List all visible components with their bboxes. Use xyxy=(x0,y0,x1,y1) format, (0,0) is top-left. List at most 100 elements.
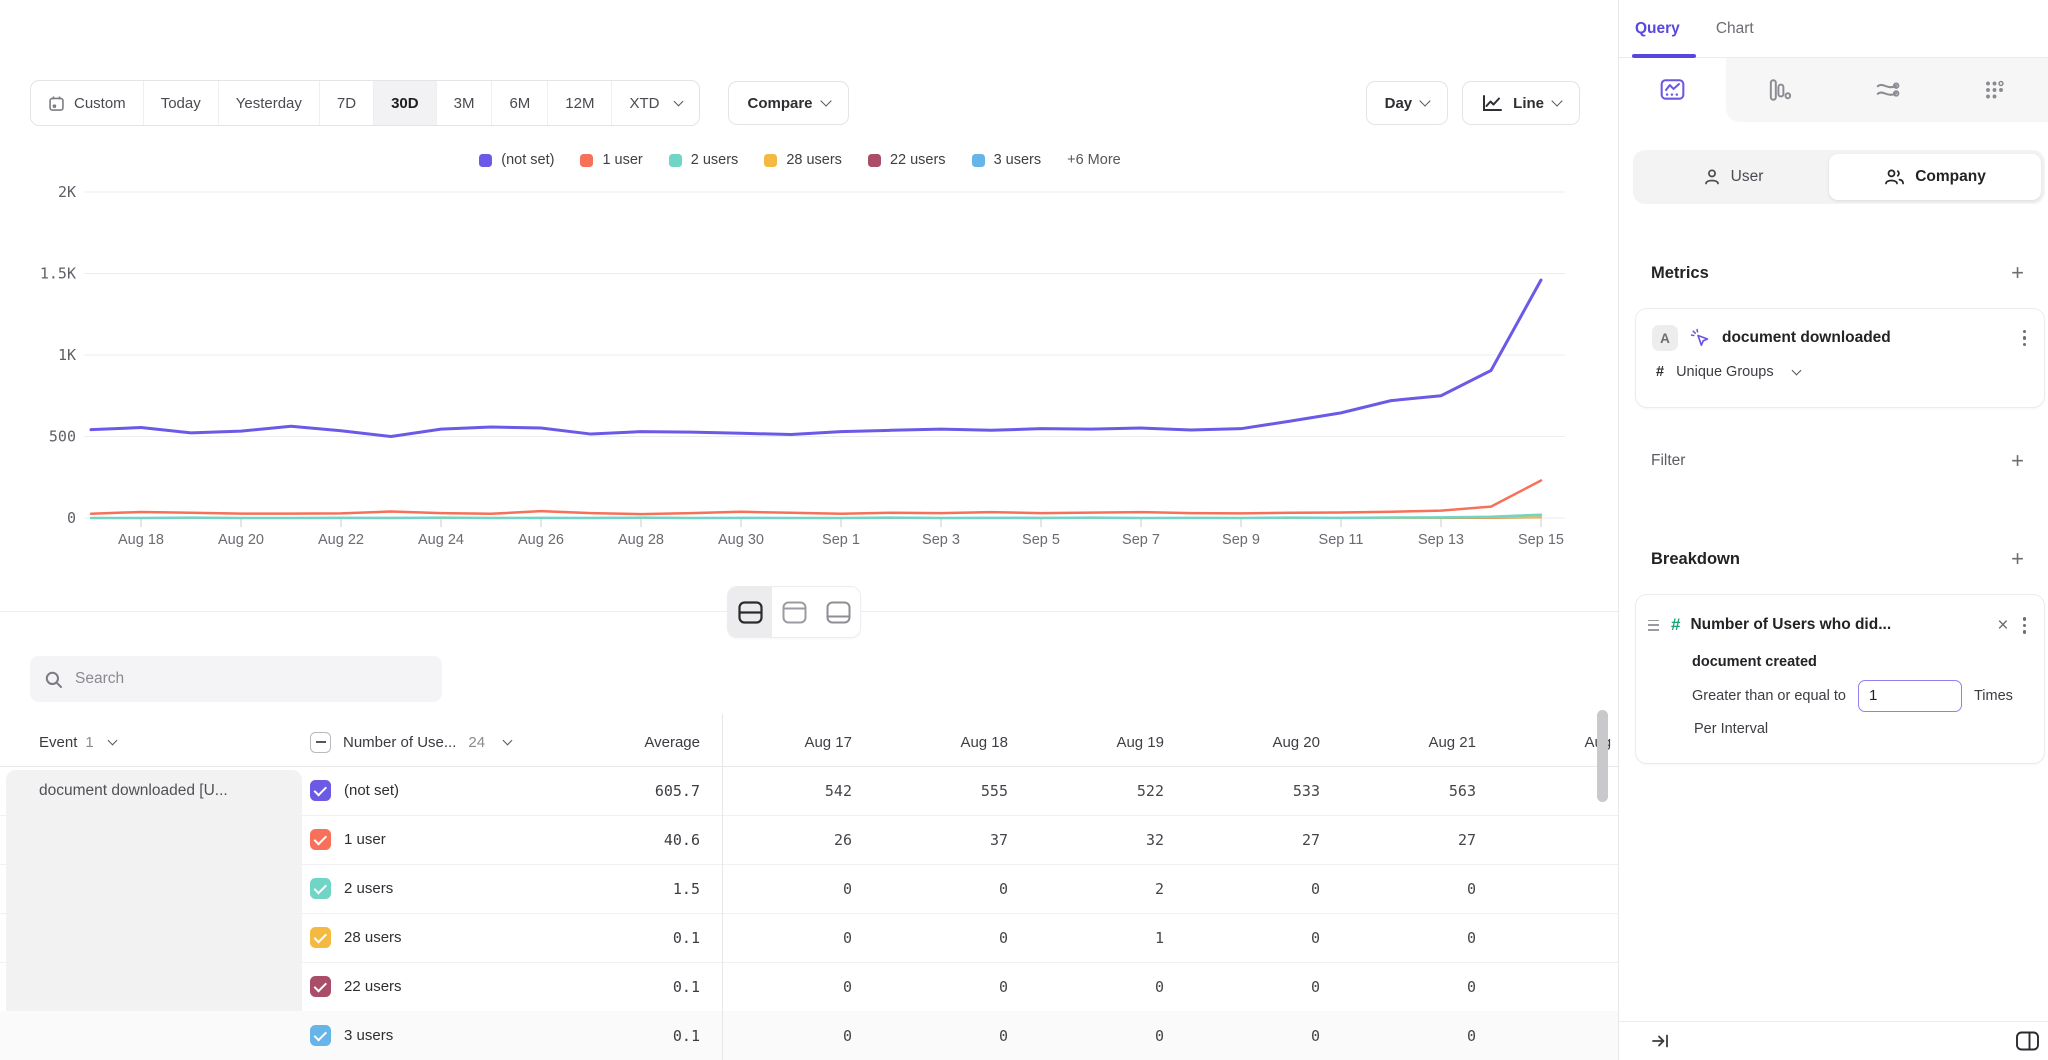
breakdown-menu-button[interactable] xyxy=(2019,613,2031,638)
breakdown-title: Breakdown xyxy=(1651,550,1740,569)
drag-handle-icon[interactable] xyxy=(1646,618,1661,633)
range-6m-button[interactable]: 6M xyxy=(491,81,547,125)
aggregation-selector[interactable]: Unique Groups xyxy=(1676,364,1774,380)
table-scrollbar[interactable] xyxy=(1597,710,1608,802)
search-input[interactable] xyxy=(73,669,428,689)
metric-card[interactable]: A document downloaded # Unique Groups xyxy=(1635,308,2045,408)
date-column-header[interactable]: Aug 17 xyxy=(722,718,878,766)
range-today-button[interactable]: Today xyxy=(143,81,218,125)
series-label: 22 users xyxy=(344,962,402,1011)
add-metric-button[interactable]: + xyxy=(2011,262,2024,284)
breakdown-event-name[interactable]: document created xyxy=(1636,638,2044,670)
legend-item[interactable]: 3 users xyxy=(972,152,1042,168)
chart-type-bar-tab[interactable] xyxy=(1726,58,1833,122)
legend-item[interactable]: 22 users xyxy=(868,152,946,168)
scope-user-option[interactable]: User xyxy=(1633,150,1833,204)
table-row[interactable]: 1 user 40.6 26373227272 xyxy=(0,815,1618,865)
metric-name[interactable]: document downloaded xyxy=(1722,329,2007,347)
legend-item[interactable]: 1 user xyxy=(580,152,642,168)
date-range-group: Custom Today Yesterday 7D 30D 3M 6M 12M … xyxy=(30,80,700,126)
layout-chart-view-button[interactable] xyxy=(772,587,816,637)
breakdown-interval-label[interactable]: Per Interval xyxy=(1636,712,2044,737)
date-column-header[interactable]: Aug 22 xyxy=(1502,718,1612,766)
series-checkbox[interactable] xyxy=(310,1025,331,1046)
event-column-header[interactable]: Event 1 xyxy=(39,718,116,766)
svg-text:Sep 15: Sep 15 xyxy=(1518,532,1564,548)
line-chart-icon xyxy=(1481,93,1503,113)
legend-item[interactable]: (not set) xyxy=(479,152,554,168)
scope-toggle: User Company xyxy=(1633,150,2045,204)
date-column-header[interactable]: Aug 21 xyxy=(1346,718,1502,766)
average-column-header[interactable]: Average xyxy=(560,718,700,766)
search-icon xyxy=(44,670,63,689)
add-filter-button[interactable]: + xyxy=(2011,450,2024,472)
date-column-header[interactable]: Aug 19 xyxy=(1034,718,1190,766)
chart-toolbar: Custom Today Yesterday 7D 30D 3M 6M 12M … xyxy=(30,80,1580,126)
table-row[interactable]: 2 users 1.5 002000 xyxy=(0,864,1618,914)
range-12m-button[interactable]: 12M xyxy=(547,81,611,125)
tab-query[interactable]: Query xyxy=(1635,20,1680,38)
toggle-panel-button[interactable] xyxy=(2015,1030,2040,1052)
user-icon xyxy=(1703,168,1721,186)
legend-label: 28 users xyxy=(786,152,842,168)
range-7d-button[interactable]: 7D xyxy=(319,81,373,125)
legend-item[interactable]: 28 users xyxy=(764,152,842,168)
range-3m-button[interactable]: 3M xyxy=(436,81,492,125)
range-custom-button[interactable]: Custom xyxy=(31,81,143,125)
compare-button[interactable]: Compare xyxy=(728,81,848,125)
legend-label: 2 users xyxy=(691,152,739,168)
metric-letter-badge: A xyxy=(1652,325,1678,351)
metrics-title: Metrics xyxy=(1651,264,1709,283)
layout-table-view-button[interactable] xyxy=(816,587,860,637)
breakdown-property-name[interactable]: Number of Users who did... xyxy=(1690,616,1987,634)
chart-type-button[interactable]: Line xyxy=(1462,81,1580,125)
legend-label: (not set) xyxy=(501,152,554,168)
tab-chart[interactable]: Chart xyxy=(1716,20,1754,38)
select-all-checkbox[interactable] xyxy=(310,732,331,753)
svg-text:Aug 26: Aug 26 xyxy=(518,532,564,548)
chart-type-flow-tab[interactable] xyxy=(1834,58,1941,122)
series-label: (not set) xyxy=(344,766,399,815)
layout-toggle-group xyxy=(727,586,861,638)
layout-split-view-button[interactable] xyxy=(728,587,772,637)
legend-item[interactable]: 2 users xyxy=(669,152,739,168)
chart-legend: (not set) 1 user 2 users 28 users 22 use… xyxy=(20,152,1580,168)
series-header-label[interactable]: Number of Use... xyxy=(343,734,456,751)
table-row[interactable]: (not set) 605.7 54255552253356353 xyxy=(0,766,1618,816)
series-checkbox[interactable] xyxy=(310,780,331,801)
series-checkbox[interactable] xyxy=(310,976,331,997)
table-row[interactable]: 28 users 0.1 001000 xyxy=(0,913,1618,963)
scope-company-label: Company xyxy=(1915,168,1986,186)
range-yesterday-button[interactable]: Yesterday xyxy=(218,81,319,125)
granularity-button[interactable]: Day xyxy=(1366,81,1449,125)
breakdown-card[interactable]: # Number of Users who did... × document … xyxy=(1635,594,2045,764)
metric-menu-button[interactable] xyxy=(2019,326,2031,351)
collapse-sidebar-button[interactable] xyxy=(1651,1032,1671,1050)
breakdown-condition-label[interactable]: Greater than or equal to xyxy=(1692,688,1846,704)
average-value: 605.7 xyxy=(560,766,700,815)
legend-swatch xyxy=(868,154,881,167)
remove-breakdown-button[interactable]: × xyxy=(1997,616,2008,635)
table-row[interactable]: 22 users 0.1 000000 xyxy=(0,962,1618,1012)
series-checkbox[interactable] xyxy=(310,829,331,850)
table-body: document downloaded [U... (not set) 605.… xyxy=(0,766,1618,1060)
date-column-header[interactable]: Aug 18 xyxy=(878,718,1034,766)
legend-more-link[interactable]: +6 More xyxy=(1067,152,1121,168)
filter-section-header: Filter + xyxy=(1651,450,2024,472)
breakdown-times-input[interactable] xyxy=(1858,680,1962,712)
chart-type-more-tab[interactable] xyxy=(1941,58,2048,122)
scope-company-option[interactable]: Company xyxy=(1829,154,2041,200)
date-column-header[interactable]: Aug 20 xyxy=(1190,718,1346,766)
add-breakdown-button[interactable]: + xyxy=(2011,548,2024,570)
series-checkbox[interactable] xyxy=(310,927,331,948)
series-checkbox[interactable] xyxy=(310,878,331,899)
event-cursor-icon xyxy=(1690,328,1710,348)
chevron-down-icon xyxy=(820,95,831,106)
table-row[interactable]: 3 users 0.1 000000 xyxy=(0,1011,1618,1060)
range-30d-button[interactable]: 30D xyxy=(373,81,436,125)
chart-type-line-tab[interactable] xyxy=(1619,58,1726,122)
breakdown-unit-label: Times xyxy=(1974,688,2013,704)
range-xtd-button[interactable]: XTD xyxy=(611,81,699,125)
legend-label: 1 user xyxy=(602,152,642,168)
legend-swatch xyxy=(479,154,492,167)
